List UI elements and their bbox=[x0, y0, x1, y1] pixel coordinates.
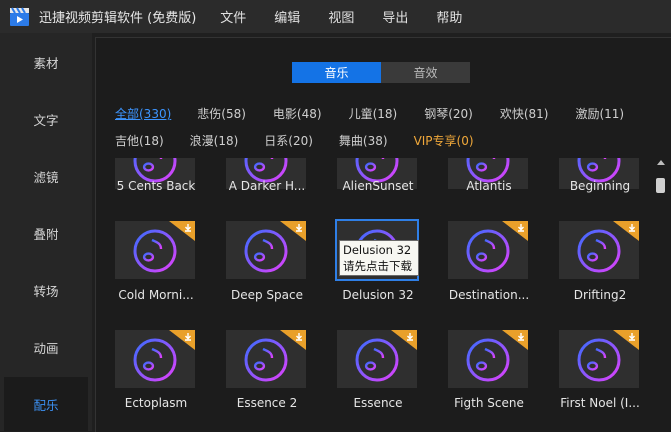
menu-file[interactable]: 文件 bbox=[220, 7, 246, 26]
category-guitar[interactable]: 吉他(18) bbox=[115, 132, 164, 149]
category-vip[interactable]: VIP专享(0) bbox=[414, 132, 474, 149]
music-type-toggle: 音乐 音效 bbox=[292, 62, 470, 83]
category-row-2: 吉他(18) 浪漫(18) 日系(20) 舞曲(38) VIP专享(0) bbox=[115, 132, 474, 149]
category-happy[interactable]: 欢快(81) bbox=[500, 105, 549, 122]
track-name: 5 Cents Back bbox=[116, 179, 196, 193]
category-all[interactable]: 全部(330) bbox=[115, 105, 171, 122]
menu-edit[interactable]: 编辑 bbox=[274, 7, 300, 26]
category-japanese[interactable]: 日系(20) bbox=[264, 132, 313, 149]
track-thumbnail[interactable] bbox=[559, 221, 639, 279]
download-icon[interactable] bbox=[502, 221, 528, 241]
tab-effects[interactable]: 音效 bbox=[381, 62, 470, 83]
track-name: Delusion 32 bbox=[342, 288, 414, 302]
menu-export[interactable]: 导出 bbox=[382, 7, 408, 26]
tooltip: Delusion 32 请先点击下载 bbox=[339, 240, 419, 276]
track-thumbnail[interactable] bbox=[337, 330, 417, 388]
track-thumbnail[interactable] bbox=[448, 330, 528, 388]
track-name: Cold Morni... bbox=[118, 288, 194, 302]
track-thumbnail[interactable] bbox=[226, 330, 306, 388]
scroll-up-arrow-icon[interactable] bbox=[657, 160, 665, 165]
category-movie[interactable]: 电影(48) bbox=[273, 105, 322, 122]
download-icon[interactable] bbox=[613, 330, 639, 350]
sidebar-item-overlay[interactable]: 叠附 bbox=[4, 206, 88, 260]
download-icon[interactable] bbox=[391, 330, 417, 350]
track-name: First Noel (I... bbox=[560, 396, 640, 410]
tooltip-hint: 请先点击下载 bbox=[343, 259, 412, 273]
download-icon[interactable] bbox=[169, 330, 195, 350]
track-name: Essence 2 bbox=[236, 396, 298, 410]
category-motivate[interactable]: 激励(11) bbox=[575, 105, 624, 122]
track-name: A Darker H... bbox=[228, 179, 306, 193]
menu-view[interactable]: 视图 bbox=[328, 7, 354, 26]
scroll-thumb[interactable] bbox=[656, 178, 665, 193]
category-sad[interactable]: 悲伤(58) bbox=[197, 105, 246, 122]
download-icon[interactable] bbox=[169, 221, 195, 241]
sidebar-item-filter[interactable]: 滤镜 bbox=[4, 149, 88, 203]
category-piano[interactable]: 钢琴(20) bbox=[424, 105, 473, 122]
app-title: 迅捷视频剪辑软件 (免费版) bbox=[39, 11, 197, 26]
tooltip-title: Delusion 32 bbox=[343, 243, 412, 257]
scrollbar[interactable] bbox=[655, 158, 667, 431]
track-name: Atlantis bbox=[466, 179, 512, 193]
category-dance[interactable]: 舞曲(38) bbox=[339, 132, 388, 149]
track-name: Figth Scene bbox=[454, 396, 524, 410]
download-icon[interactable] bbox=[613, 221, 639, 241]
track-name: Destination... bbox=[448, 288, 530, 302]
track-name: Deep Space bbox=[230, 288, 303, 302]
sidebar: 素材 文字 滤镜 叠附 转场 动画 配乐 bbox=[0, 33, 92, 431]
download-icon[interactable] bbox=[280, 221, 306, 241]
track-thumbnail[interactable] bbox=[448, 221, 528, 279]
download-icon[interactable] bbox=[502, 330, 528, 350]
title-bar: 迅捷视频剪辑软件 (免费版) 文件 编辑 视图 导出 帮助 bbox=[0, 0, 671, 33]
track-name: Beginning bbox=[569, 179, 631, 193]
track-thumbnail[interactable] bbox=[115, 330, 195, 388]
menu-help[interactable]: 帮助 bbox=[436, 7, 462, 26]
tab-music[interactable]: 音乐 bbox=[292, 62, 381, 83]
track-name: Ectoplasm bbox=[124, 396, 188, 410]
sidebar-item-transition[interactable]: 转场 bbox=[4, 263, 88, 317]
track-grid: 5 Cents Back A Darker H... AlienSunset Atla… bbox=[96, 158, 652, 432]
track-thumbnail[interactable] bbox=[226, 221, 306, 279]
music-panel: 音乐 音效 全部(330) 悲伤(58) 电影(48) 儿童(18) 钢琴(20… bbox=[95, 37, 671, 432]
track-thumbnail[interactable] bbox=[559, 330, 639, 388]
track-name: AlienSunset bbox=[342, 179, 414, 193]
track-thumbnail[interactable] bbox=[115, 221, 195, 279]
download-icon[interactable] bbox=[280, 330, 306, 350]
sidebar-item-text[interactable]: 文字 bbox=[4, 92, 88, 146]
sidebar-item-material[interactable]: 素材 bbox=[4, 35, 88, 89]
category-romance[interactable]: 浪漫(18) bbox=[190, 132, 239, 149]
track-name: Essence bbox=[353, 396, 403, 410]
film-clapper-icon bbox=[10, 6, 29, 26]
category-kids[interactable]: 儿童(18) bbox=[349, 105, 398, 122]
category-row-1: 全部(330) 悲伤(58) 电影(48) 儿童(18) 钢琴(20) 欢快(8… bbox=[115, 105, 624, 122]
sidebar-item-music[interactable]: 配乐 bbox=[4, 377, 88, 431]
track-name: Drifting2 bbox=[573, 288, 627, 302]
sidebar-item-animation[interactable]: 动画 bbox=[4, 320, 88, 374]
